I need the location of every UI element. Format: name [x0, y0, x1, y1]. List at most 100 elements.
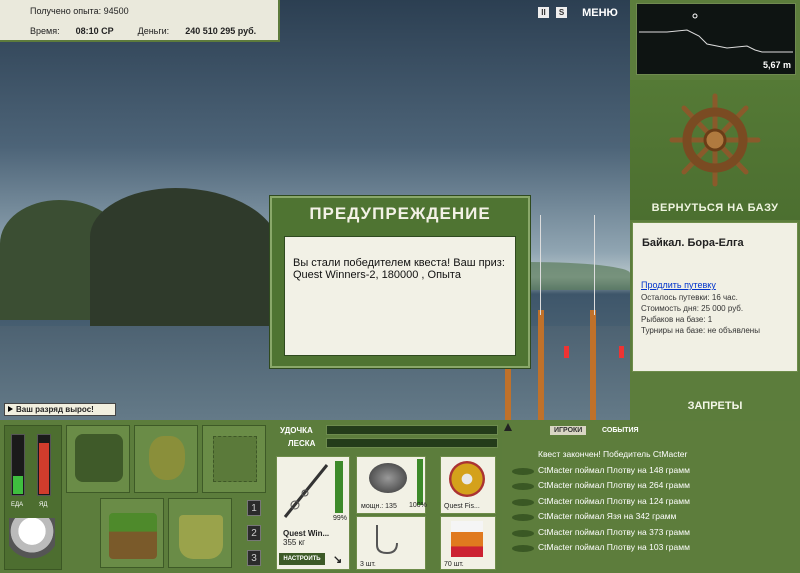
line-tension-bar — [326, 438, 498, 448]
backpack-icon — [75, 434, 123, 482]
slot-number-2[interactable]: 2 — [247, 525, 261, 541]
food-bar — [11, 434, 25, 496]
day-cost: Стоимость дня: 25 000 руб. — [641, 304, 744, 313]
pot-icon[interactable] — [9, 518, 55, 562]
warning-dialog[interactable]: ПРЕДУПРЕЖДЕНИЕ Вы стали победителем квес… — [270, 196, 530, 368]
reel-percent: 100% — [409, 502, 427, 509]
tab-events[interactable]: СОБЫТИЯ — [598, 426, 643, 435]
menu-button[interactable]: МЕНЮ — [580, 3, 620, 21]
dialog-message: Вы стали победителем квеста! Ваш приз: Q… — [284, 236, 516, 356]
event-line: Квест закончен! Победитель CtMacter — [510, 448, 798, 463]
money-value: 240 510 295 руб. — [185, 26, 257, 36]
line-spool-icon — [449, 461, 485, 497]
event-line: CtMacter поймал Язя на 342 грамм — [510, 510, 798, 525]
permit-remaining: Осталось путевки: 16 час. — [641, 293, 738, 302]
depth-value: 5,67 m — [762, 60, 791, 70]
tab-players[interactable]: ИГРОКИ — [550, 426, 587, 435]
rod-cell[interactable]: 99% Quest Win... 355 кг НАСТРОИТЬ ↘ — [276, 456, 350, 570]
ship-wheel-icon[interactable] — [668, 90, 762, 190]
cliff-right — [90, 188, 280, 328]
rod-icon — [283, 464, 329, 518]
poison-bar — [37, 434, 51, 496]
status-panel: ЕДА ЯД — [4, 425, 62, 570]
rod-percent: 99% — [333, 515, 348, 522]
rod-line-2 — [540, 215, 541, 315]
event-text: CtMacter поймал Плотву на 264 грамм — [538, 480, 690, 490]
return-to-base-button[interactable]: ВЕРНУТЬСЯ НА БАЗУ — [640, 196, 790, 220]
scroll-up-icon[interactable] — [504, 423, 512, 431]
line-name: Quest Fis... — [444, 503, 480, 510]
fishers-count: Рыбаков на базе: 1 — [641, 315, 713, 324]
bans-button[interactable]: ЗАПРЕТЫ — [632, 395, 798, 417]
event-line: CtMacter поймал Плотву на 148 грамм — [510, 464, 798, 479]
dialog-title: ПРЕДУПРЕЖДЕНИЕ — [309, 204, 491, 223]
fish-icon — [512, 483, 534, 490]
map-icon — [213, 436, 257, 482]
rank-up-text: Ваш разряд вырос! — [16, 405, 94, 414]
bait-cell[interactable]: 70 шт. — [440, 516, 496, 570]
line-cell[interactable]: Quest Fis... — [440, 456, 496, 514]
event-line: CtMacter поймал Плотву на 124 грамм — [510, 495, 798, 510]
fish-icon — [512, 545, 534, 552]
event-line: CtMacter поймал Плотву на 103 грамм — [510, 541, 798, 556]
bobber-1 — [564, 346, 569, 358]
event-text: CtMacter поймал Язя на 342 грамм — [538, 511, 677, 521]
map-slot[interactable] — [202, 425, 266, 493]
event-line: CtMacter поймал Плотву на 373 грамм — [510, 526, 798, 541]
fish-icon — [512, 467, 534, 475]
reel-power: мощн.: 135 — [361, 503, 397, 510]
location-info: Байкал. Бора-Елга Продлить путевку Остал… — [632, 222, 798, 372]
poison-label: ЯД — [39, 502, 48, 508]
time-value: 08:10 СР — [75, 26, 114, 36]
rod-label: УДОЧКА — [280, 426, 313, 435]
tournaments: Турниры на базе: не объявлены — [641, 326, 760, 335]
rod-2[interactable] — [538, 310, 544, 420]
setup-button[interactable]: НАСТРОИТЬ — [279, 553, 325, 565]
bag-icon — [149, 436, 185, 480]
money-label: Деньги: — [137, 26, 170, 36]
bucket-slot[interactable] — [168, 498, 232, 568]
event-text: CtMacter поймал Плотву на 373 грамм — [538, 526, 690, 537]
experience-label: Получено опыта: — [30, 6, 102, 16]
bobber-2 — [619, 346, 624, 358]
slot-number-1[interactable]: 1 — [247, 500, 261, 516]
rank-up-banner: Ваш разряд вырос! — [4, 403, 116, 416]
event-text: CtMacter поймал Плотву на 103 грамм — [538, 542, 690, 552]
float-marker-icon — [692, 13, 698, 19]
arrow-icon — [8, 406, 13, 412]
creel-slot[interactable] — [100, 498, 164, 568]
depth-map: 5,67 m — [636, 3, 796, 75]
event-text: CtMacter поймал Плотву на 124 грамм — [538, 495, 690, 506]
fish-icon — [512, 514, 534, 521]
bait-bag-slot[interactable] — [134, 425, 198, 493]
rod-weight: 355 кг — [283, 538, 305, 547]
slot-number-3[interactable]: 3 — [247, 550, 261, 566]
fish-icon — [512, 498, 534, 506]
extend-permit-link[interactable]: Продлить путевку — [641, 280, 716, 290]
rod-3[interactable] — [590, 310, 596, 420]
fish-icon — [512, 529, 534, 537]
expand-arrow-icon[interactable]: ↘ — [333, 553, 342, 566]
backpack-slot[interactable] — [66, 425, 130, 493]
reel-icon — [369, 463, 407, 493]
time-label: Время: — [30, 26, 60, 36]
rod-name: Quest Win... — [283, 529, 330, 538]
location-name: Байкал. Бора-Елга — [642, 237, 744, 249]
hook-icon — [376, 525, 398, 555]
food-label: ЕДА — [11, 502, 24, 508]
reel-condition-bar — [417, 459, 423, 505]
rod-line-3 — [594, 215, 595, 315]
rod-condition-bar — [335, 461, 343, 513]
pause-button[interactable]: II — [538, 7, 549, 18]
rod-tension-bar — [326, 425, 498, 435]
bucket-icon — [179, 515, 223, 559]
hooks-count: 3 шт. — [360, 561, 376, 568]
hook-cell[interactable]: 3 шт. — [356, 516, 426, 570]
line-label: ЛЕСКА — [288, 439, 316, 448]
basket-icon — [109, 513, 157, 559]
sound-button[interactable]: S — [556, 7, 567, 18]
info-panel: Получено опыта: 94500 Время: 08:10 СР Де… — [0, 0, 280, 42]
event-line: CtMacter поймал Плотву на 264 грамм — [510, 479, 798, 494]
event-text: Квест закончен! Победитель CtMacter — [538, 449, 688, 459]
event-text: CtMacter поймал Плотву на 148 грамм — [538, 464, 690, 475]
